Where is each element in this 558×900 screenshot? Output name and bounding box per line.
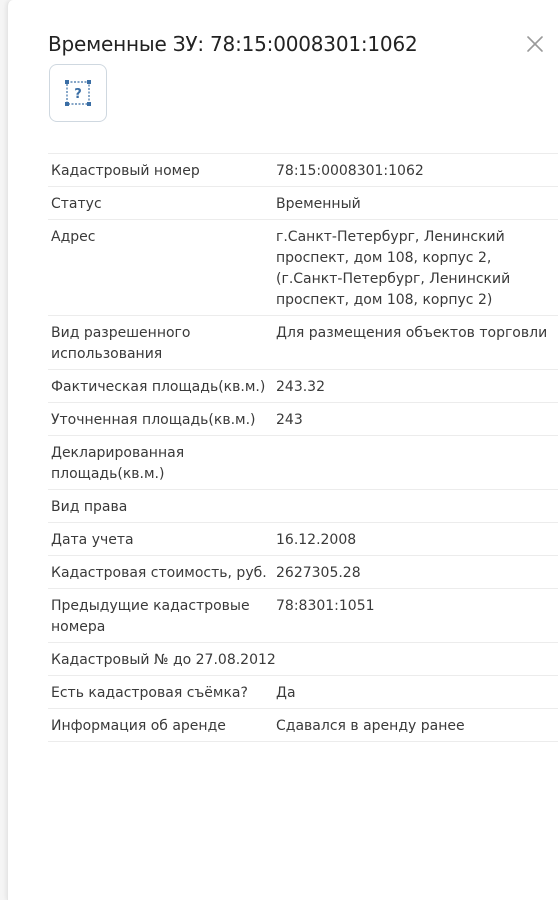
property-label: Вид права [51,499,128,515]
property-label: Адрес [51,229,96,245]
property-label: Кадастровая стоимость, руб. [51,565,267,581]
land-plot-unknown-icon: ? [65,80,91,106]
property-value: Да [276,685,296,701]
property-row-status: Статус Временный [48,187,558,220]
property-row-lease-info: Информация об аренде Сдавался в аренду р… [48,709,558,742]
property-label: Кадастровый № до 27.08.2012 [51,652,276,668]
property-value: Сдавался в аренду ранее [276,718,465,734]
property-value: 2627305.28 [276,565,361,581]
property-label: Уточненная площадь(кв.м.) [51,412,256,428]
property-value: Для размещения объектов торговли [276,325,548,341]
close-button[interactable] [521,30,549,58]
property-label: Есть кадастровая съёмка? [51,685,248,701]
property-label: Декларированная площадь(кв.м.) [51,445,185,482]
property-value: Временный [276,196,361,212]
property-label: Фактическая площадь(кв.м.) [51,379,266,395]
property-label: Кадастровый номер [51,163,200,179]
property-row-specified-area: Уточненная площадь(кв.м.) 243 [48,403,558,436]
property-row-permitted-use: Вид разрешенного использования Для разме… [48,316,558,370]
property-value: 78:15:0008301:1062 [276,163,424,179]
property-row-cadastral-value: Кадастровая стоимость, руб. 2627305.28 [48,556,558,589]
property-row-registration-date: Дата учета 16.12.2008 [48,523,558,556]
property-value: 16.12.2008 [276,532,357,548]
property-label: Статус [51,196,102,212]
panel-title: Временные ЗУ: 78:15:0008301:1062 [48,32,418,56]
property-row-actual-area: Фактическая площадь(кв.м.) 243.32 [48,370,558,403]
object-type-button[interactable]: ? [49,64,107,122]
property-row-cadastral-number: Кадастровый номер 78:15:0008301:1062 [48,153,558,187]
property-row-has-survey: Есть кадастровая съёмка? Да [48,676,558,709]
property-row-number-before: Кадастровый № до 27.08.2012 [48,643,558,676]
property-label: Дата учета [51,532,134,548]
property-row-previous-numbers: Предыдущие кадастровые номера 78:8301:10… [48,589,558,643]
property-value: 243 [276,412,303,428]
property-value: 78:8301:1051 [276,598,375,614]
property-label: Предыдущие кадастровые номера [51,598,250,635]
property-label: Информация об аренде [51,718,226,734]
close-icon [527,36,543,52]
property-row-address: Адрес г.Санкт-Петербург, Ленинский просп… [48,220,558,316]
property-value: 243.32 [276,379,325,395]
type-icon-text: ? [74,87,82,102]
property-label: Вид разрешенного использования [51,325,191,362]
property-row-right-type: Вид права [48,490,558,523]
properties-table: Кадастровый номер 78:15:0008301:1062 Ста… [48,153,558,742]
info-panel: Временные ЗУ: 78:15:0008301:1062 ? Кадас… [7,0,558,900]
property-value: г.Санкт-Петербург, Ленинский проспект, д… [276,229,511,308]
property-row-declared-area: Декларированная площадь(кв.м.) [48,436,558,490]
